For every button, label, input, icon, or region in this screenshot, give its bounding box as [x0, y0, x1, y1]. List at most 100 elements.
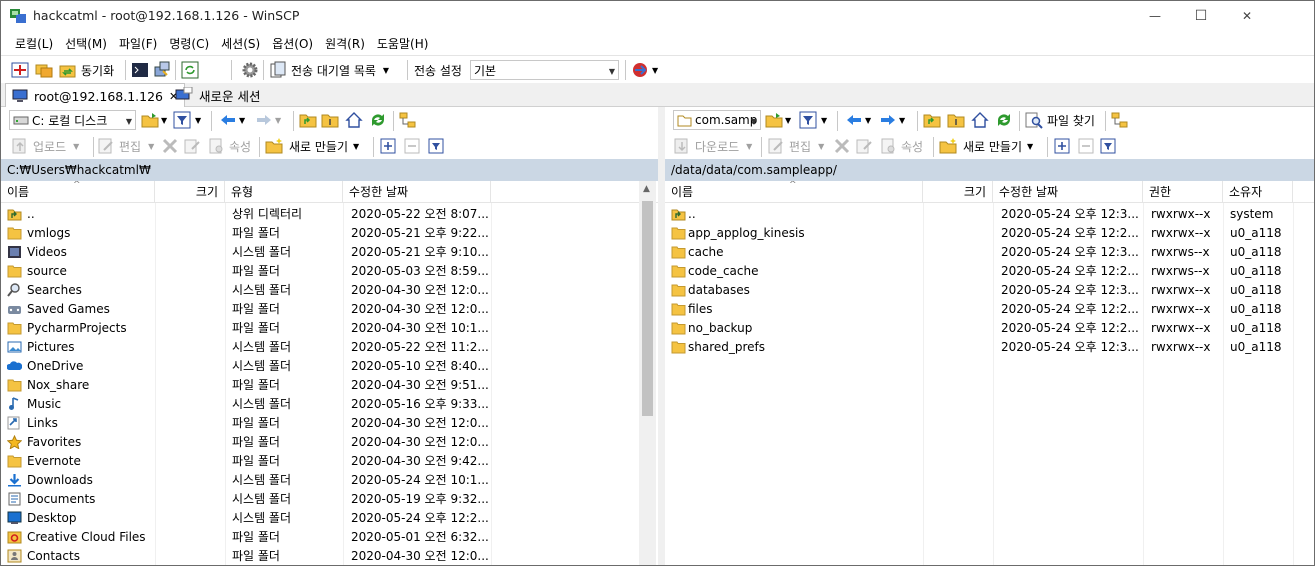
col-owner[interactable]: 소유자	[1223, 181, 1293, 203]
table-row[interactable]: OneDrive 시스템 폴더 2020-05-10 오전 8:40...	[1, 357, 658, 376]
putty-button[interactable]	[153, 60, 171, 80]
table-row[interactable]: source 파일 폴더 2020-05-03 오전 8:59...	[1, 262, 658, 281]
left-root-dir-button[interactable]	[321, 111, 339, 129]
left-path-bar[interactable]: C:₩Users₩hackcatml₩	[1, 159, 658, 181]
right-filter-button[interactable]: ▼	[799, 111, 827, 129]
right-home-button[interactable]	[971, 111, 989, 129]
col-size[interactable]: 크기	[923, 181, 993, 203]
table-row[interactable]: Evernote 파일 폴더 2020-04-30 오전 9:42...	[1, 452, 658, 471]
table-row[interactable]: Favorites 파일 폴더 2020-04-30 오전 12:0...	[1, 433, 658, 452]
local-drive-select[interactable]: C: 로컬 디스크 ▼	[9, 110, 136, 130]
queue-list-button[interactable]: 전송 대기열 목록 ▼	[269, 60, 389, 80]
table-row[interactable]: shared_prefs 2020-05-24 오후 12:3... rwxrwx-…	[665, 338, 1314, 357]
table-row[interactable]: .. 2020-05-24 오후 12:3... rwxrwx--x system	[665, 205, 1314, 224]
right-rename-button[interactable]	[855, 137, 873, 155]
right-root-dir-button[interactable]	[947, 111, 965, 129]
right-tree-toggle-button[interactable]	[1111, 111, 1129, 129]
panel-splitter[interactable]	[658, 107, 665, 565]
left-file-list[interactable]: 이름 ^ 크기 유형 수정한 날짜 .. 상위 디렉터리 2020-05-22 오전…	[1, 181, 658, 565]
scroll-up-icon[interactable]: ▲	[643, 184, 650, 194]
table-row[interactable]: PycharmProjects 파일 폴더 2020-04-30 오전 10:1..…	[1, 319, 658, 338]
menu-local[interactable]: 로컬(L)	[9, 35, 59, 52]
left-properties-button[interactable]: 속성	[207, 137, 251, 155]
right-forward-button[interactable]: ▼	[879, 111, 905, 129]
right-unselect-button[interactable]	[1077, 137, 1095, 155]
menu-help[interactable]: 도움말(H)	[371, 35, 435, 52]
menu-session[interactable]: 세션(S)	[215, 35, 266, 52]
table-row[interactable]: Music 시스템 폴더 2020-05-16 오후 9:33...	[1, 395, 658, 414]
left-delete-button[interactable]	[161, 137, 179, 155]
menu-command[interactable]: 명령(C)	[163, 35, 215, 52]
right-new-button[interactable]: 새로 만들기 ▼	[939, 137, 1033, 155]
tab-new-session[interactable]: 새로운 세션	[169, 83, 266, 107]
col-size[interactable]: 크기	[155, 181, 225, 203]
sync-browse-button[interactable]	[35, 60, 53, 80]
left-filter-select-button[interactable]	[427, 137, 445, 155]
col-name[interactable]: 이름 ^	[665, 181, 923, 203]
refresh-toolbar-button[interactable]	[181, 60, 199, 80]
left-filter-button[interactable]: ▼	[173, 111, 201, 129]
table-row[interactable]: no_backup 2020-05-24 오후 12:2... rwxrwx--x u…	[665, 319, 1314, 338]
table-row[interactable]: cache 2020-05-24 오후 12:3... rwxrws--x u0_a1…	[665, 243, 1314, 262]
sync-button[interactable]: 동기화	[59, 60, 114, 80]
transfer-options-button[interactable]: ▼	[631, 60, 658, 80]
right-refresh-button[interactable]	[995, 111, 1013, 129]
table-row[interactable]: app_applog_kinesis 2020-05-24 오후 12:2... r…	[665, 224, 1314, 243]
table-row[interactable]: Nox_share 파일 폴더 2020-04-30 오전 9:51...	[1, 376, 658, 395]
right-back-button[interactable]: ▼	[845, 111, 871, 129]
left-edit-button[interactable]: 편집 ▼	[97, 137, 154, 155]
right-delete-button[interactable]	[833, 137, 851, 155]
col-type[interactable]: 유형	[225, 181, 343, 203]
right-open-folder-button[interactable]: ▼	[765, 111, 791, 129]
left-tree-toggle-button[interactable]	[399, 111, 417, 129]
close-button[interactable]: ✕	[1224, 1, 1270, 31]
left-forward-button[interactable]: ▼	[255, 111, 281, 129]
left-home-button[interactable]	[345, 111, 363, 129]
table-row[interactable]: vmlogs 파일 폴더 2020-05-21 오후 9:22...	[1, 224, 658, 243]
right-properties-button[interactable]: 속성	[879, 137, 923, 155]
find-files-button[interactable]: 파일 찾기	[1025, 111, 1095, 129]
table-row[interactable]: Videos 시스템 폴더 2020-05-21 오후 9:10...	[1, 243, 658, 262]
table-row[interactable]: Documents 시스템 폴더 2020-05-19 오후 9:32...	[1, 490, 658, 509]
menu-file[interactable]: 파일(F)	[113, 35, 163, 52]
table-row[interactable]: .. 상위 디렉터리 2020-05-22 오전 8:07...	[1, 205, 658, 224]
maximize-button[interactable]: ☐	[1178, 1, 1224, 31]
table-row[interactable]: code_cache 2020-05-24 오후 12:2... rwxrws--x…	[665, 262, 1314, 281]
col-name[interactable]: 이름 ^	[1, 181, 155, 203]
left-parent-dir-button[interactable]	[299, 111, 317, 129]
table-row[interactable]: Pictures 시스템 폴더 2020-05-22 오전 11:2...	[1, 338, 658, 357]
col-modified[interactable]: 수정한 날짜	[993, 181, 1143, 203]
right-select-all-button[interactable]	[1053, 137, 1071, 155]
col-modified[interactable]: 수정한 날짜	[343, 181, 491, 203]
right-edit-button[interactable]: 편집 ▼	[767, 137, 824, 155]
table-row[interactable]: Contacts 파일 폴더 2020-04-30 오전 12:0...	[1, 547, 658, 565]
menu-options[interactable]: 옵션(O)	[266, 35, 319, 52]
table-row[interactable]: Links 파일 폴더 2020-04-30 오전 12:0...	[1, 414, 658, 433]
menu-select[interactable]: 선택(M)	[59, 35, 113, 52]
console-button[interactable]	[131, 60, 149, 80]
left-open-folder-button[interactable]: ▼	[141, 111, 167, 129]
right-filter-select-button[interactable]	[1099, 137, 1117, 155]
table-row[interactable]: Downloads 시스템 폴더 2020-05-24 오전 10:1...	[1, 471, 658, 490]
table-row[interactable]: databases 2020-05-24 오후 12:3... rwxrwx--x u…	[665, 281, 1314, 300]
left-unselect-button[interactable]	[403, 137, 421, 155]
minimize-button[interactable]: —	[1132, 1, 1178, 31]
col-permissions[interactable]: 권한	[1143, 181, 1223, 203]
download-button[interactable]: 다운로드 ▼	[673, 137, 752, 155]
remote-dir-select[interactable]: com.samp ▼	[673, 110, 761, 130]
table-row[interactable]: Saved Games 파일 폴더 2020-04-30 오전 12:0...	[1, 300, 658, 319]
left-select-all-button[interactable]	[379, 137, 397, 155]
tab-session[interactable]: root@192.168.1.126 ✕	[5, 83, 186, 108]
left-scrollbar[interactable]: ▲	[639, 181, 656, 565]
right-file-list[interactable]: 이름 ^ 크기 수정한 날짜 권한 소유자 .. 2020-05-24 오후 12…	[665, 181, 1314, 565]
left-scroll-thumb[interactable]	[642, 201, 653, 416]
right-path-bar[interactable]: /data/data/com.sampleapp/	[665, 159, 1314, 181]
left-new-button[interactable]: 새로 만들기 ▼	[265, 137, 359, 155]
left-rename-button[interactable]	[183, 137, 201, 155]
table-row[interactable]: Desktop 시스템 폴더 2020-05-24 오후 12:2...	[1, 509, 658, 528]
table-row[interactable]: files 2020-05-24 오후 12:2... rwxrwx--x u0_a1…	[665, 300, 1314, 319]
left-refresh-button[interactable]	[369, 111, 387, 129]
table-row[interactable]: Creative Cloud Files 파일 폴더 2020-05-01 오전 6…	[1, 528, 658, 547]
compare-dirs-button[interactable]	[11, 60, 29, 80]
left-back-button[interactable]: ▼	[219, 111, 245, 129]
